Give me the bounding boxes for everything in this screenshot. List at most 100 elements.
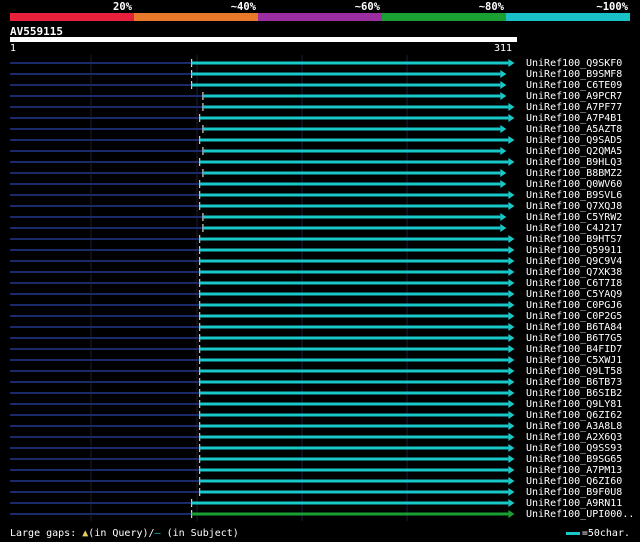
legend-segment xyxy=(10,13,134,21)
query-bar xyxy=(10,37,517,42)
hit-label[interactable]: UniRef100_B6T7G5 xyxy=(526,333,622,344)
hit-arrow-icon xyxy=(500,92,507,100)
hit-label[interactable]: UniRef100_B9F0U8 xyxy=(526,487,622,498)
hit-label[interactable]: UniRef100_B9HTS7 xyxy=(526,234,622,245)
hit-label[interactable]: UniRef100_Q9LY81 xyxy=(526,399,622,410)
alignment-grid: UniRef100_Q9SKF0 UniRef100_B9SMF8 UniRef10… xyxy=(0,55,640,523)
hit-arrow-icon xyxy=(508,488,515,496)
hit-arrow-icon xyxy=(508,103,515,111)
hit-label[interactable]: UniRef100_C5YAQ9 xyxy=(526,289,622,300)
hit-arrow-icon xyxy=(508,367,515,375)
hit-arrow-icon xyxy=(508,378,515,386)
legend-label: ~60% xyxy=(354,1,380,13)
hit-label[interactable]: UniRef100_C5YRW2 xyxy=(526,212,622,223)
hit-arrow-icon xyxy=(508,334,515,342)
hit-label[interactable]: UniRef100_A9RN11 xyxy=(526,498,622,509)
hit-label[interactable]: UniRef100_A7PF77 xyxy=(526,102,622,113)
hit-label[interactable]: UniRef100_B8BMZ2 xyxy=(526,168,622,179)
hit-arrow-icon xyxy=(508,59,515,67)
hit-label[interactable]: UniRef100_B9SMF8 xyxy=(526,69,622,80)
hit-label[interactable]: UniRef100_Q59911 xyxy=(526,245,622,256)
hit-arrow-icon xyxy=(500,147,507,155)
hit-label[interactable]: UniRef100_B6TB73 xyxy=(526,377,622,388)
legend-label: ~100% xyxy=(596,1,628,13)
hit-arrow-icon xyxy=(508,191,515,199)
scale-line-icon xyxy=(565,531,580,535)
hit-arrow-icon xyxy=(508,246,515,254)
hit-label[interactable]: UniRef100_Q9SS93 xyxy=(526,443,622,454)
query-gap-label: (in Query)/ xyxy=(88,528,155,539)
scale-note: =50char. xyxy=(565,528,630,539)
hit-label[interactable]: UniRef100_UPI000.. xyxy=(526,509,634,520)
hit-label[interactable]: UniRef100_B9SG65 xyxy=(526,454,622,465)
hit-label[interactable]: UniRef100_Q0WV60 xyxy=(526,179,622,190)
hit-label[interactable]: UniRef100_C0P2G5 xyxy=(526,311,622,322)
hit-label[interactable]: UniRef100_C6TE09 xyxy=(526,80,622,91)
hit-label[interactable]: UniRef100_Q7XK38 xyxy=(526,267,622,278)
hit-arrow-icon xyxy=(508,356,515,364)
hit-arrow-icon xyxy=(508,345,515,353)
hit-label[interactable]: UniRef100_A7P4B1 xyxy=(526,113,622,124)
hit-arrow-icon xyxy=(508,136,515,144)
hit-arrow-icon xyxy=(508,268,515,276)
hit-arrow-icon xyxy=(508,477,515,485)
hit-label[interactable]: UniRef100_B9SVL6 xyxy=(526,190,622,201)
legend-segment xyxy=(382,13,506,21)
hit-arrow-icon xyxy=(508,389,515,397)
hit-arrow-icon xyxy=(508,301,515,309)
query-ruler: 1 311 xyxy=(10,43,518,55)
hit-arrow-icon xyxy=(508,202,515,210)
hit-arrow-icon xyxy=(508,466,515,474)
hit-arrow-icon xyxy=(508,455,515,463)
hit-arrow-icon xyxy=(508,312,515,320)
hit-label[interactable]: UniRef100_A5AZT8 xyxy=(526,124,622,135)
hit-label[interactable]: UniRef100_Q9SKF0 xyxy=(526,58,622,69)
hit-arrow-icon xyxy=(500,224,507,232)
hit-label[interactable]: UniRef100_Q9SAD5 xyxy=(526,135,622,146)
hit-label[interactable]: UniRef100_B9HLQ3 xyxy=(526,157,622,168)
ruler-end-label: 311 xyxy=(494,43,513,54)
hit-label[interactable]: UniRef100_B6SIB2 xyxy=(526,388,622,399)
hit-arrow-icon xyxy=(500,70,507,78)
legend-segment xyxy=(134,13,258,21)
hit-label[interactable]: UniRef100_Q9C9V4 xyxy=(526,256,622,267)
hit-label[interactable]: UniRef100_B4FID7 xyxy=(526,344,622,355)
hit-label[interactable]: UniRef100_A2X6Q3 xyxy=(526,432,622,443)
hit-label[interactable]: UniRef100_C5XWJ1 xyxy=(526,355,622,366)
legend-segment xyxy=(506,13,630,21)
hit-arrow-icon xyxy=(500,81,507,89)
hit-arrow-icon xyxy=(500,180,507,188)
legend-label: 20% xyxy=(113,1,132,13)
hit-label[interactable]: UniRef100_Q6ZI60 xyxy=(526,476,622,487)
hit-label[interactable]: UniRef100_C4J217 xyxy=(526,223,622,234)
hit-arrow-icon xyxy=(500,169,507,177)
hit-arrow-icon xyxy=(508,411,515,419)
hit-arrow-icon xyxy=(508,499,515,507)
hit-label[interactable]: UniRef100_Q2QMA5 xyxy=(526,146,622,157)
hit-arrow-icon xyxy=(508,400,515,408)
hit-label[interactable]: UniRef100_Q6ZI62 xyxy=(526,410,622,421)
hit-label[interactable]: UniRef100_A7PM13 xyxy=(526,465,622,476)
legend-label: ~80% xyxy=(478,1,504,13)
hit-label[interactable]: UniRef100_B6TA84 xyxy=(526,322,622,333)
hit-arrow-icon xyxy=(508,114,515,122)
hit-arrow-icon xyxy=(508,444,515,452)
hit-list: UniRef100_Q9SKF0 UniRef100_B9SMF8 UniRef10… xyxy=(0,55,640,523)
hit-arrow-icon xyxy=(508,323,515,331)
hit-arrow-icon xyxy=(500,125,507,133)
hit-arrow-icon xyxy=(508,235,515,243)
hit-label[interactable]: UniRef100_Q7XQJ8 xyxy=(526,201,622,212)
hit-arrow-icon xyxy=(508,433,515,441)
footer-legend: Large gaps: ▲(in Query)/— (in Subject) =… xyxy=(10,528,630,542)
hit-arrow-icon xyxy=(508,279,515,287)
hit-label[interactable]: UniRef100_C6T7I8 xyxy=(526,278,622,289)
hit-label[interactable]: UniRef100_A9PCR7 xyxy=(526,91,622,102)
hit-arrow-icon xyxy=(508,158,515,166)
hit-label[interactable]: UniRef100_C0PGJ6 xyxy=(526,300,622,311)
subject-gap-label: (in Subject) xyxy=(160,528,239,539)
hit-arrow-icon xyxy=(508,422,515,430)
ruler-start-label: 1 xyxy=(10,43,17,54)
hit-label[interactable]: UniRef100_Q9LT58 xyxy=(526,366,622,377)
legend-segment xyxy=(258,13,382,21)
hit-label[interactable]: UniRef100_A3A8L8 xyxy=(526,421,622,432)
